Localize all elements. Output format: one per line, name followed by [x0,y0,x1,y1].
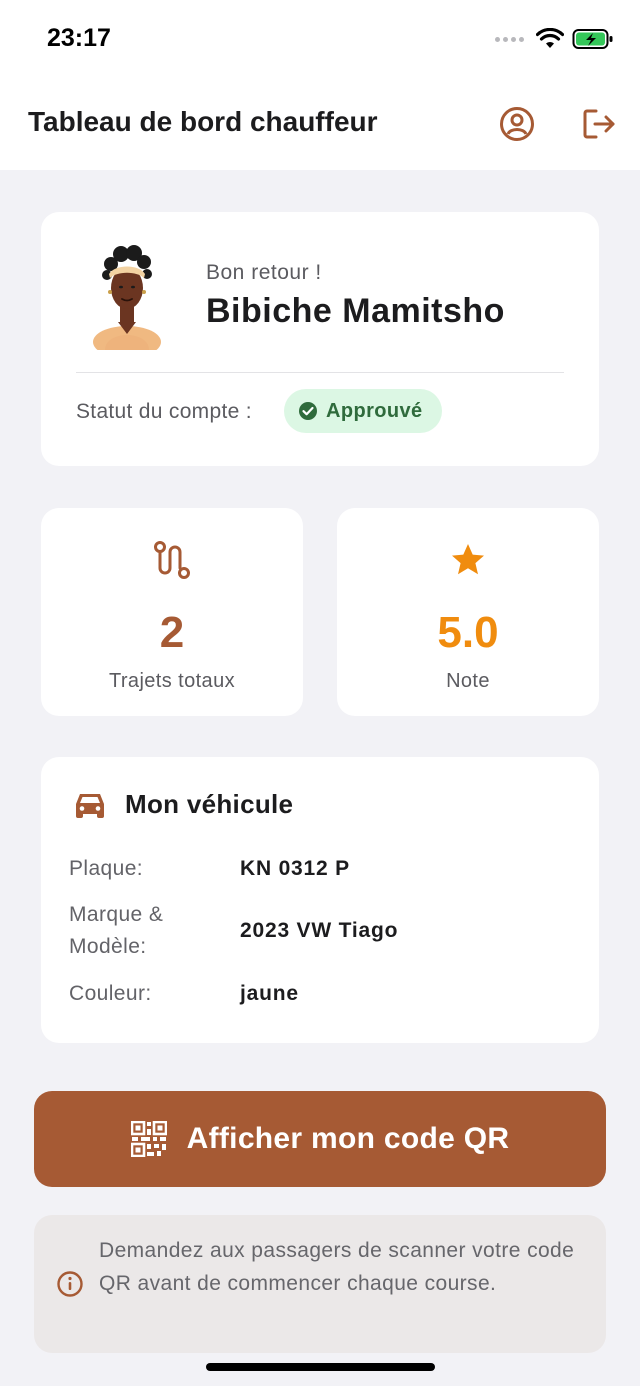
make-model-label: Marque & Modèle: [69,903,164,958]
driver-name: Bibiche Mamitsho [206,292,505,330]
info-icon [57,1271,83,1297]
divider [76,372,564,373]
star-icon [452,544,484,575]
logout-button[interactable] [579,104,619,144]
rating-label: Note [446,670,490,692]
greeting: Bon retour ! [206,261,322,284]
page-title: Tableau de bord chauffeur [28,106,378,137]
check-circle-icon [299,402,317,420]
vehicle-card: Mon véhicule Plaque: KN 0312 P Marque & … [41,757,599,1043]
status-badge-label: Approuvé [326,399,423,422]
cellular-signal-icon [495,36,524,42]
color-label: Couleur: [69,982,152,1005]
status-bar: 23:17 [0,0,640,80]
trips-value: 2 [159,608,185,657]
profile-card: Bon retour ! Bibiche Mamitsho Statut du … [41,212,599,466]
avatar [93,245,161,350]
user-circle-icon [500,107,534,141]
info-text: Demandez aux passagers de scanner votre … [99,1239,575,1295]
route-icon [154,541,190,579]
stat-card-rating: 5.0 Note [337,508,599,716]
app-bar: Tableau de bord chauffeur [0,80,640,170]
show-qr-code-label: Afficher mon code QR [186,1122,510,1155]
stat-card-trips: 2 Trajets totaux [41,508,303,716]
car-icon [76,793,104,818]
plate-value: KN 0312 P [240,857,350,880]
vehicle-header: Mon véhicule [73,789,293,820]
status-time: 23:17 [47,24,111,52]
logout-icon [583,109,615,139]
battery-charging-icon [572,29,613,49]
account-status-label: Statut du compte : [76,400,252,423]
color-value: jaune [240,982,299,1005]
wifi-icon [536,28,564,48]
show-qr-code-button[interactable]: Afficher mon code QR [34,1091,606,1187]
make-model-value: 2023 VW Tiago [240,919,399,942]
status-badge: Approuvé [284,389,442,433]
status-icons [495,28,614,50]
plate-label: Plaque: [69,857,144,880]
vehicle-title: Mon véhicule [125,789,294,819]
info-box: Demandez aux passagers de scanner votre … [34,1215,606,1353]
trips-label: Trajets totaux [108,670,236,692]
profile-button[interactable] [497,104,537,144]
rating-value: 5.0 [437,608,499,657]
home-indicator[interactable] [206,1363,435,1371]
qr-code-icon [130,1121,167,1157]
